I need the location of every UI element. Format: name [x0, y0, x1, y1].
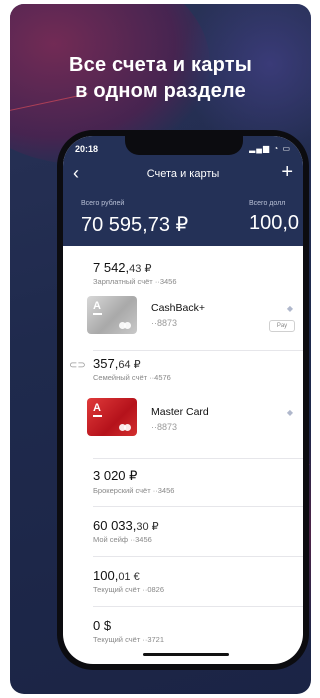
- wifi-icon: ◔: [273, 144, 280, 153]
- page-title: Счета и карты: [146, 168, 220, 180]
- divider: [93, 556, 303, 557]
- divider: [93, 350, 303, 351]
- bank-logo-underline: [93, 313, 102, 315]
- total-label-rub: Всего рублей: [81, 200, 125, 207]
- apple-pay-badge: Pay: [269, 320, 295, 332]
- account-amount: 60 033,30 ₽: [93, 518, 159, 533]
- phone-frame: 20:18 ▂▄▆ ◔ ▭ ‹ Счета и карты + Всего ру…: [57, 130, 309, 670]
- divider: [93, 458, 303, 459]
- bank-logo-underline: [93, 415, 102, 417]
- signal-icon: ▂▄▆: [249, 144, 271, 153]
- total-label-usd: Всего долл: [249, 200, 286, 207]
- home-indicator[interactable]: [143, 653, 229, 656]
- battery-icon: ▭: [282, 144, 291, 153]
- account-subtitle: Зарплатный счёт ··3456: [93, 277, 177, 286]
- list-item[interactable]: 60 033,30 ₽ Мой сейф ··3456: [93, 518, 159, 544]
- app-header: 20:18 ▂▄▆ ◔ ▭ ‹ Счета и карты + Всего ру…: [63, 136, 303, 246]
- card-image[interactable]: А: [87, 296, 137, 334]
- plus-icon[interactable]: +: [281, 162, 293, 182]
- bank-logo: А: [93, 402, 101, 414]
- pin-icon[interactable]: ◆: [287, 408, 293, 417]
- total-amount-usd[interactable]: 100,0: [249, 212, 299, 235]
- list-item[interactable]: 0 $ Текущий счёт ··3721: [93, 618, 164, 644]
- card-number: ··8873: [151, 422, 178, 432]
- pin-icon[interactable]: ◆: [287, 304, 293, 313]
- account-amount: 7 542,43 ₽: [93, 260, 152, 275]
- account-subtitle: Семейный счёт ··4576: [93, 373, 171, 382]
- account-subtitle: Брокерский счёт ··3456: [93, 486, 175, 495]
- bank-logo: А: [93, 300, 101, 312]
- list-item[interactable]: 357,64 ₽ Семейный счёт ··4576: [93, 356, 171, 382]
- account-subtitle: Текущий счёт ··3721: [93, 635, 165, 644]
- card-number: ··8873: [151, 318, 178, 328]
- account-amount: 100,01 €: [93, 568, 140, 583]
- phone-screen: 20:18 ▂▄▆ ◔ ▭ ‹ Счета и карты + Всего ру…: [63, 136, 303, 664]
- account-amount: 357,64 ₽: [93, 356, 141, 371]
- account-amount: 0 $: [93, 618, 112, 633]
- list-item[interactable]: 7 542,43 ₽ Зарплатный счёт ··3456: [93, 260, 177, 286]
- promo-canvas: Все счета и карты в одном разделе 20:18 …: [10, 4, 311, 694]
- card-name[interactable]: Master Card: [151, 406, 209, 418]
- card-name[interactable]: CashBack+: [151, 302, 205, 314]
- list-item[interactable]: 3 020 ₽ Брокерский счёт ··3456: [93, 468, 174, 495]
- account-amount: 3 020 ₽: [93, 468, 138, 483]
- total-amount-rub[interactable]: 70 595,73 ₽: [81, 212, 188, 237]
- account-subtitle: Мой сейф ··3456: [93, 535, 152, 544]
- divider: [93, 606, 303, 607]
- card-image[interactable]: А: [87, 398, 137, 436]
- mastercard-icon: [119, 322, 131, 329]
- divider: [93, 506, 303, 507]
- headline-line: Все счета и карты: [68, 54, 252, 76]
- headline-line: в одном разделе: [75, 80, 246, 102]
- link-icon: ⊂⊃: [69, 360, 86, 371]
- list-item[interactable]: 100,01 € Текущий счёт ··0826: [93, 568, 164, 594]
- status-time: 20:18: [75, 144, 99, 154]
- account-subtitle: Текущий счёт ··0826: [93, 585, 165, 594]
- status-icons: ▂▄▆ ◔ ▭: [249, 144, 291, 153]
- promo-headline: Все счета и карты в одном разделе: [10, 52, 311, 104]
- mastercard-icon: [119, 424, 131, 431]
- phone-notch: [125, 136, 243, 155]
